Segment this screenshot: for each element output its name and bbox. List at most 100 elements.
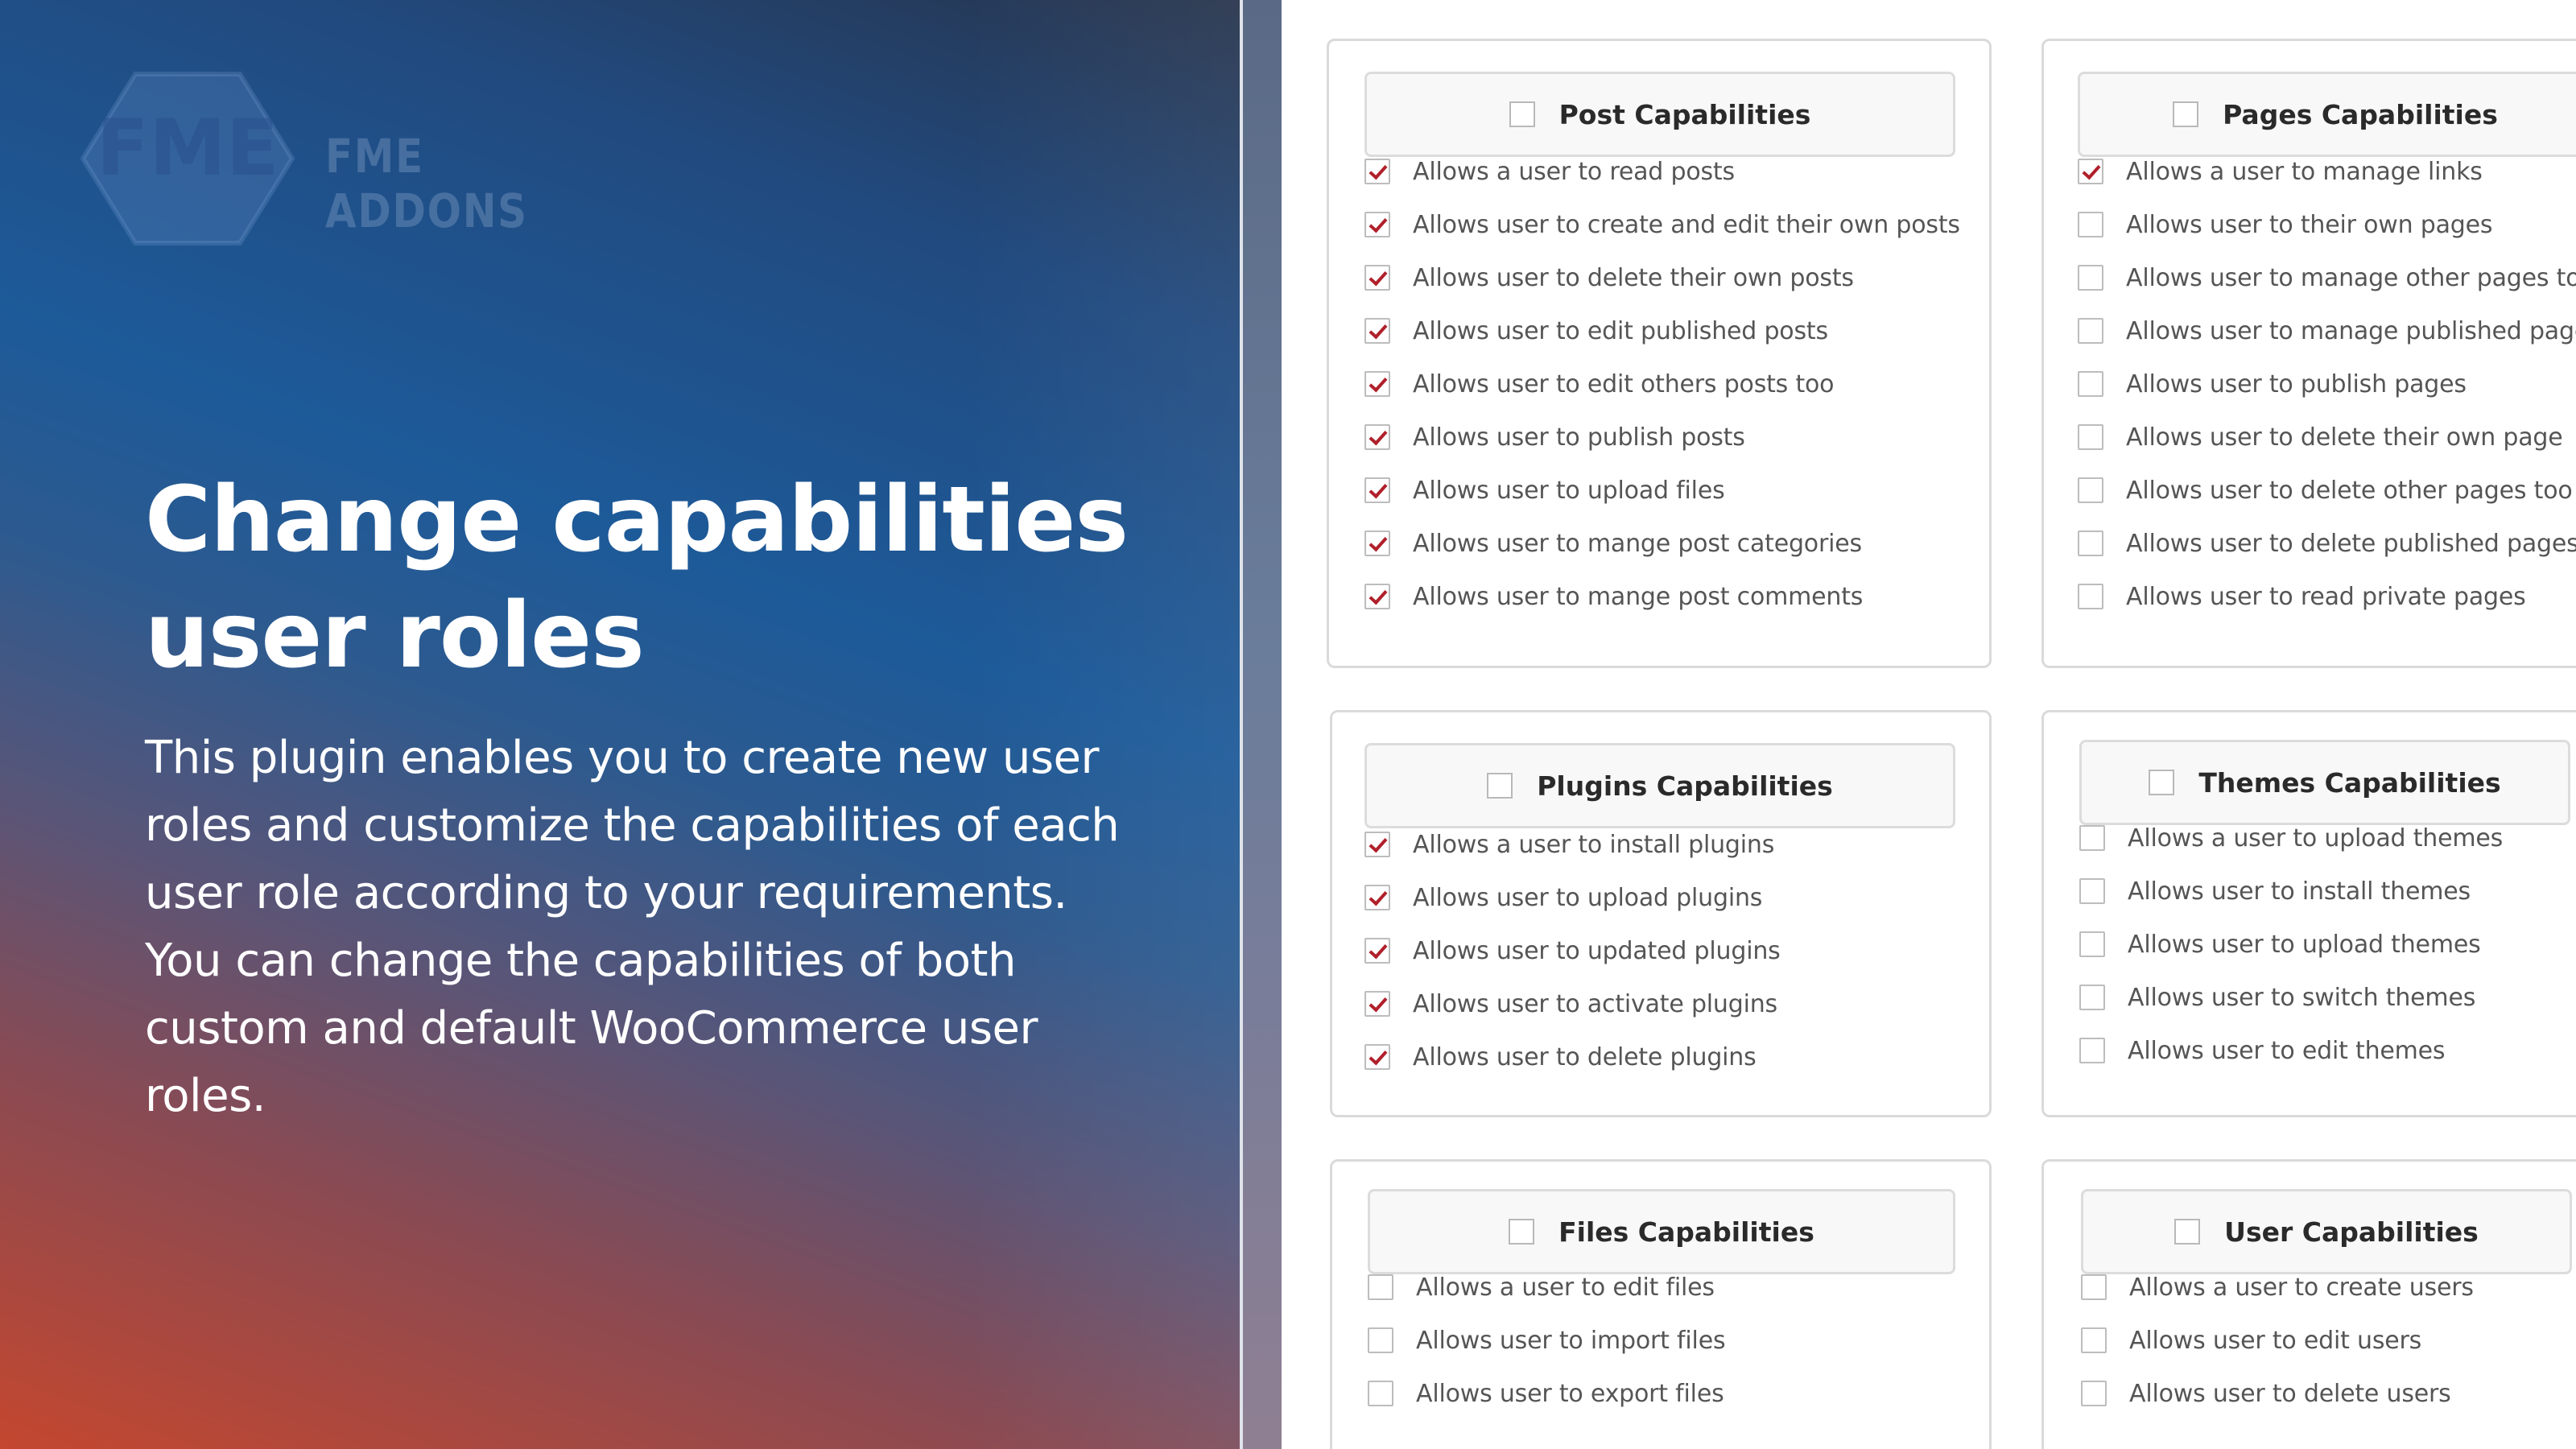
capability-item[interactable]: Allows user to their own pages [2078,208,2493,241]
checked-checkbox[interactable] [1364,318,1390,344]
capability-item[interactable]: Allows user to delete plugins [1364,1041,1757,1073]
unchecked-checkbox[interactable] [2081,1274,2107,1300]
checked-checkbox[interactable] [1364,477,1390,503]
checked-checkbox[interactable] [1364,832,1390,857]
capability-item[interactable]: Allows a user to manage links [2078,155,2483,188]
capability-item[interactable]: Allows user to create and edit their own… [1364,208,1960,241]
capability-label: Allows user to edit users [2129,1326,2422,1355]
unchecked-checkbox[interactable] [2078,424,2103,450]
pages-select-all-checkbox[interactable] [2173,101,2199,127]
checked-checkbox[interactable] [1364,938,1390,964]
capability-label: Allows user to read private pages [2126,582,2526,611]
checked-checkbox[interactable] [1364,991,1390,1017]
capability-item[interactable]: Allows user to read private pages [2078,580,2526,613]
page-title: Change capabilities user roles [145,462,1151,694]
unchecked-checkbox[interactable] [2078,477,2103,503]
svg-text:FME: FME [97,103,279,193]
capability-item[interactable]: Allows user to publish posts [1364,421,1745,453]
unchecked-checkbox[interactable] [2079,825,2105,851]
unchecked-checkbox[interactable] [2081,1327,2107,1353]
unchecked-checkbox[interactable] [2079,878,2105,904]
capability-item[interactable]: Allows user to delete other pages too [2078,474,2573,506]
unchecked-checkbox[interactable] [2079,931,2105,957]
capability-item[interactable]: Allows a user to edit files [1368,1271,1715,1303]
files-capabilities-title: Files Capabilities [1558,1216,1814,1248]
capability-item[interactable]: Allows user to publish pages [2078,368,2467,400]
capability-label: Allows user to edit themes [2128,1036,2446,1065]
capability-item[interactable]: Allows user to activate plugins [1364,988,1777,1020]
capability-item[interactable]: Allows a user to install plugins [1364,828,1774,861]
plugins-capabilities-header[interactable]: Plugins Capabilities [1364,743,1955,828]
capability-item[interactable]: Allows user to upload plugins [1364,881,1762,914]
unchecked-checkbox[interactable] [2078,212,2103,237]
checked-checkbox[interactable] [1364,265,1390,291]
capability-item[interactable]: Allows user to install themes [2079,875,2471,907]
capability-item[interactable]: Allows user to updated plugins [1364,935,1781,967]
plugins-select-all-checkbox[interactable] [1487,773,1513,799]
capability-item[interactable]: Allows user to import files [1368,1324,1726,1356]
capability-label: Allows user to publish posts [1413,423,1745,452]
pages-capabilities-header[interactable]: Pages Capabilities [2078,72,2576,157]
checked-checkbox[interactable] [1364,530,1390,556]
themes-capabilities-card: Themes Capabilities Allows a user to upl… [2041,710,2576,1117]
capability-item[interactable]: Allows user to switch themes [2079,981,2475,1013]
capability-item[interactable]: Allows user to manage other pages too [2078,262,2576,294]
user-select-all-checkbox[interactable] [2174,1219,2201,1245]
checked-checkbox[interactable] [1364,159,1390,184]
capability-item[interactable]: Allows user to upload files [1364,474,1725,506]
capability-label: Allows a user to create users [2129,1273,2474,1302]
unchecked-checkbox[interactable] [1368,1274,1393,1300]
files-capabilities-card: Files Capabilities Allows a user to edit… [1330,1159,1992,1449]
unchecked-checkbox[interactable] [2078,371,2103,397]
checked-checkbox[interactable] [1364,1044,1390,1070]
capability-item[interactable]: Allows user to delete their own posts [1364,262,1854,294]
unchecked-checkbox[interactable] [2081,1381,2107,1406]
capability-item[interactable]: Allows a user to read posts [1364,155,1735,188]
capability-item[interactable]: Allows user to edit others posts too [1364,368,1835,400]
capability-item[interactable]: Allows user to export files [1368,1377,1724,1410]
checked-checkbox[interactable] [1364,371,1390,397]
files-capabilities-header[interactable]: Files Capabilities [1368,1189,1955,1274]
capability-item[interactable]: Allows user to edit themes [2079,1034,2446,1067]
unchecked-checkbox[interactable] [2078,318,2103,344]
capability-item[interactable]: Allows user to delete their own page [2078,421,2563,453]
unchecked-checkbox[interactable] [2078,265,2103,291]
themes-capabilities-header[interactable]: Themes Capabilities [2079,740,2570,825]
promo-panel: FME FME ADDONS Change capabilities user … [0,0,1240,1449]
capability-item[interactable]: Allows a user to upload themes [2079,822,2503,854]
capability-label: Allows user to delete their own page [2126,423,2563,452]
unchecked-checkbox[interactable] [2078,530,2103,556]
capability-label: Allows a user to read posts [1413,157,1735,186]
checked-checkbox[interactable] [1364,584,1390,609]
unchecked-checkbox[interactable] [2079,985,2105,1010]
files-select-all-checkbox[interactable] [1509,1219,1535,1245]
post-select-all-checkbox[interactable] [1509,101,1535,127]
checked-checkbox[interactable] [1364,885,1390,910]
themes-select-all-checkbox[interactable] [2149,770,2175,795]
capability-item[interactable]: Allows user to edit published posts [1364,315,1828,347]
checked-checkbox[interactable] [1364,424,1390,450]
capability-item[interactable]: Allows a user to create users [2081,1271,2474,1303]
capability-label: Allows user to switch themes [2128,983,2476,1012]
fme-logo-icon: FME [80,72,295,246]
capability-item[interactable]: Allows user to upload themes [2079,928,2481,960]
capability-item[interactable]: Allows user to manage published page [2078,315,2576,347]
checked-checkbox[interactable] [1364,212,1390,237]
capability-item[interactable]: Allows user to mange post comments [1364,580,1863,613]
plugins-capabilities-card: Plugins Capabilities Allows a user to in… [1330,710,1992,1117]
capability-label: Allows user to publish pages [2126,369,2467,398]
capability-item[interactable]: Allows user to mange post categories [1364,527,1862,559]
capability-item[interactable]: Allows user to delete users [2081,1377,2451,1410]
capability-item[interactable]: Allows user to edit users [2081,1324,2421,1356]
unchecked-checkbox[interactable] [1368,1327,1393,1353]
capability-label: Allows user to edit published posts [1413,316,1828,345]
unchecked-checkbox[interactable] [1368,1381,1393,1406]
post-capabilities-header[interactable]: Post Capabilities [1364,72,1955,157]
capability-label: Allows user to edit others posts too [1413,369,1835,398]
capability-label: Allows user to delete their own posts [1413,263,1854,292]
capability-item[interactable]: Allows user to delete published pages [2078,527,2576,559]
unchecked-checkbox[interactable] [2079,1038,2105,1063]
user-capabilities-header[interactable]: User Capabilities [2081,1189,2572,1274]
unchecked-checkbox[interactable] [2078,584,2103,609]
checked-checkbox[interactable] [2078,159,2103,184]
